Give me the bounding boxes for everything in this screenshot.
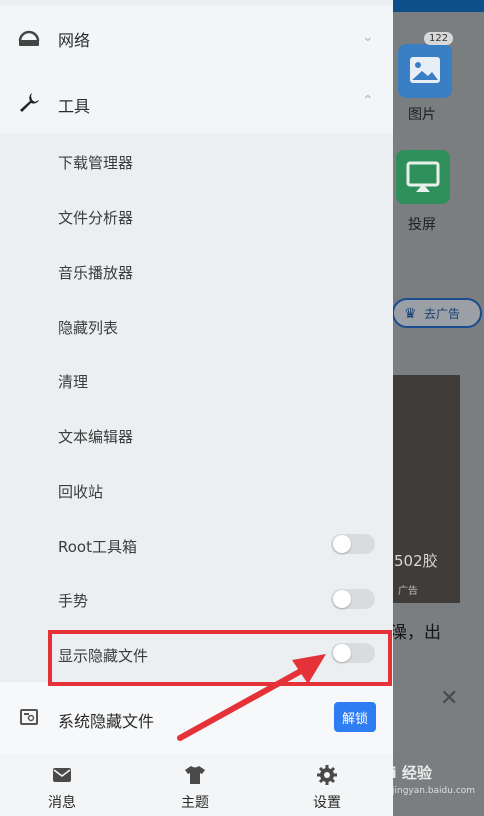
annotation-arrow (177, 654, 326, 741)
